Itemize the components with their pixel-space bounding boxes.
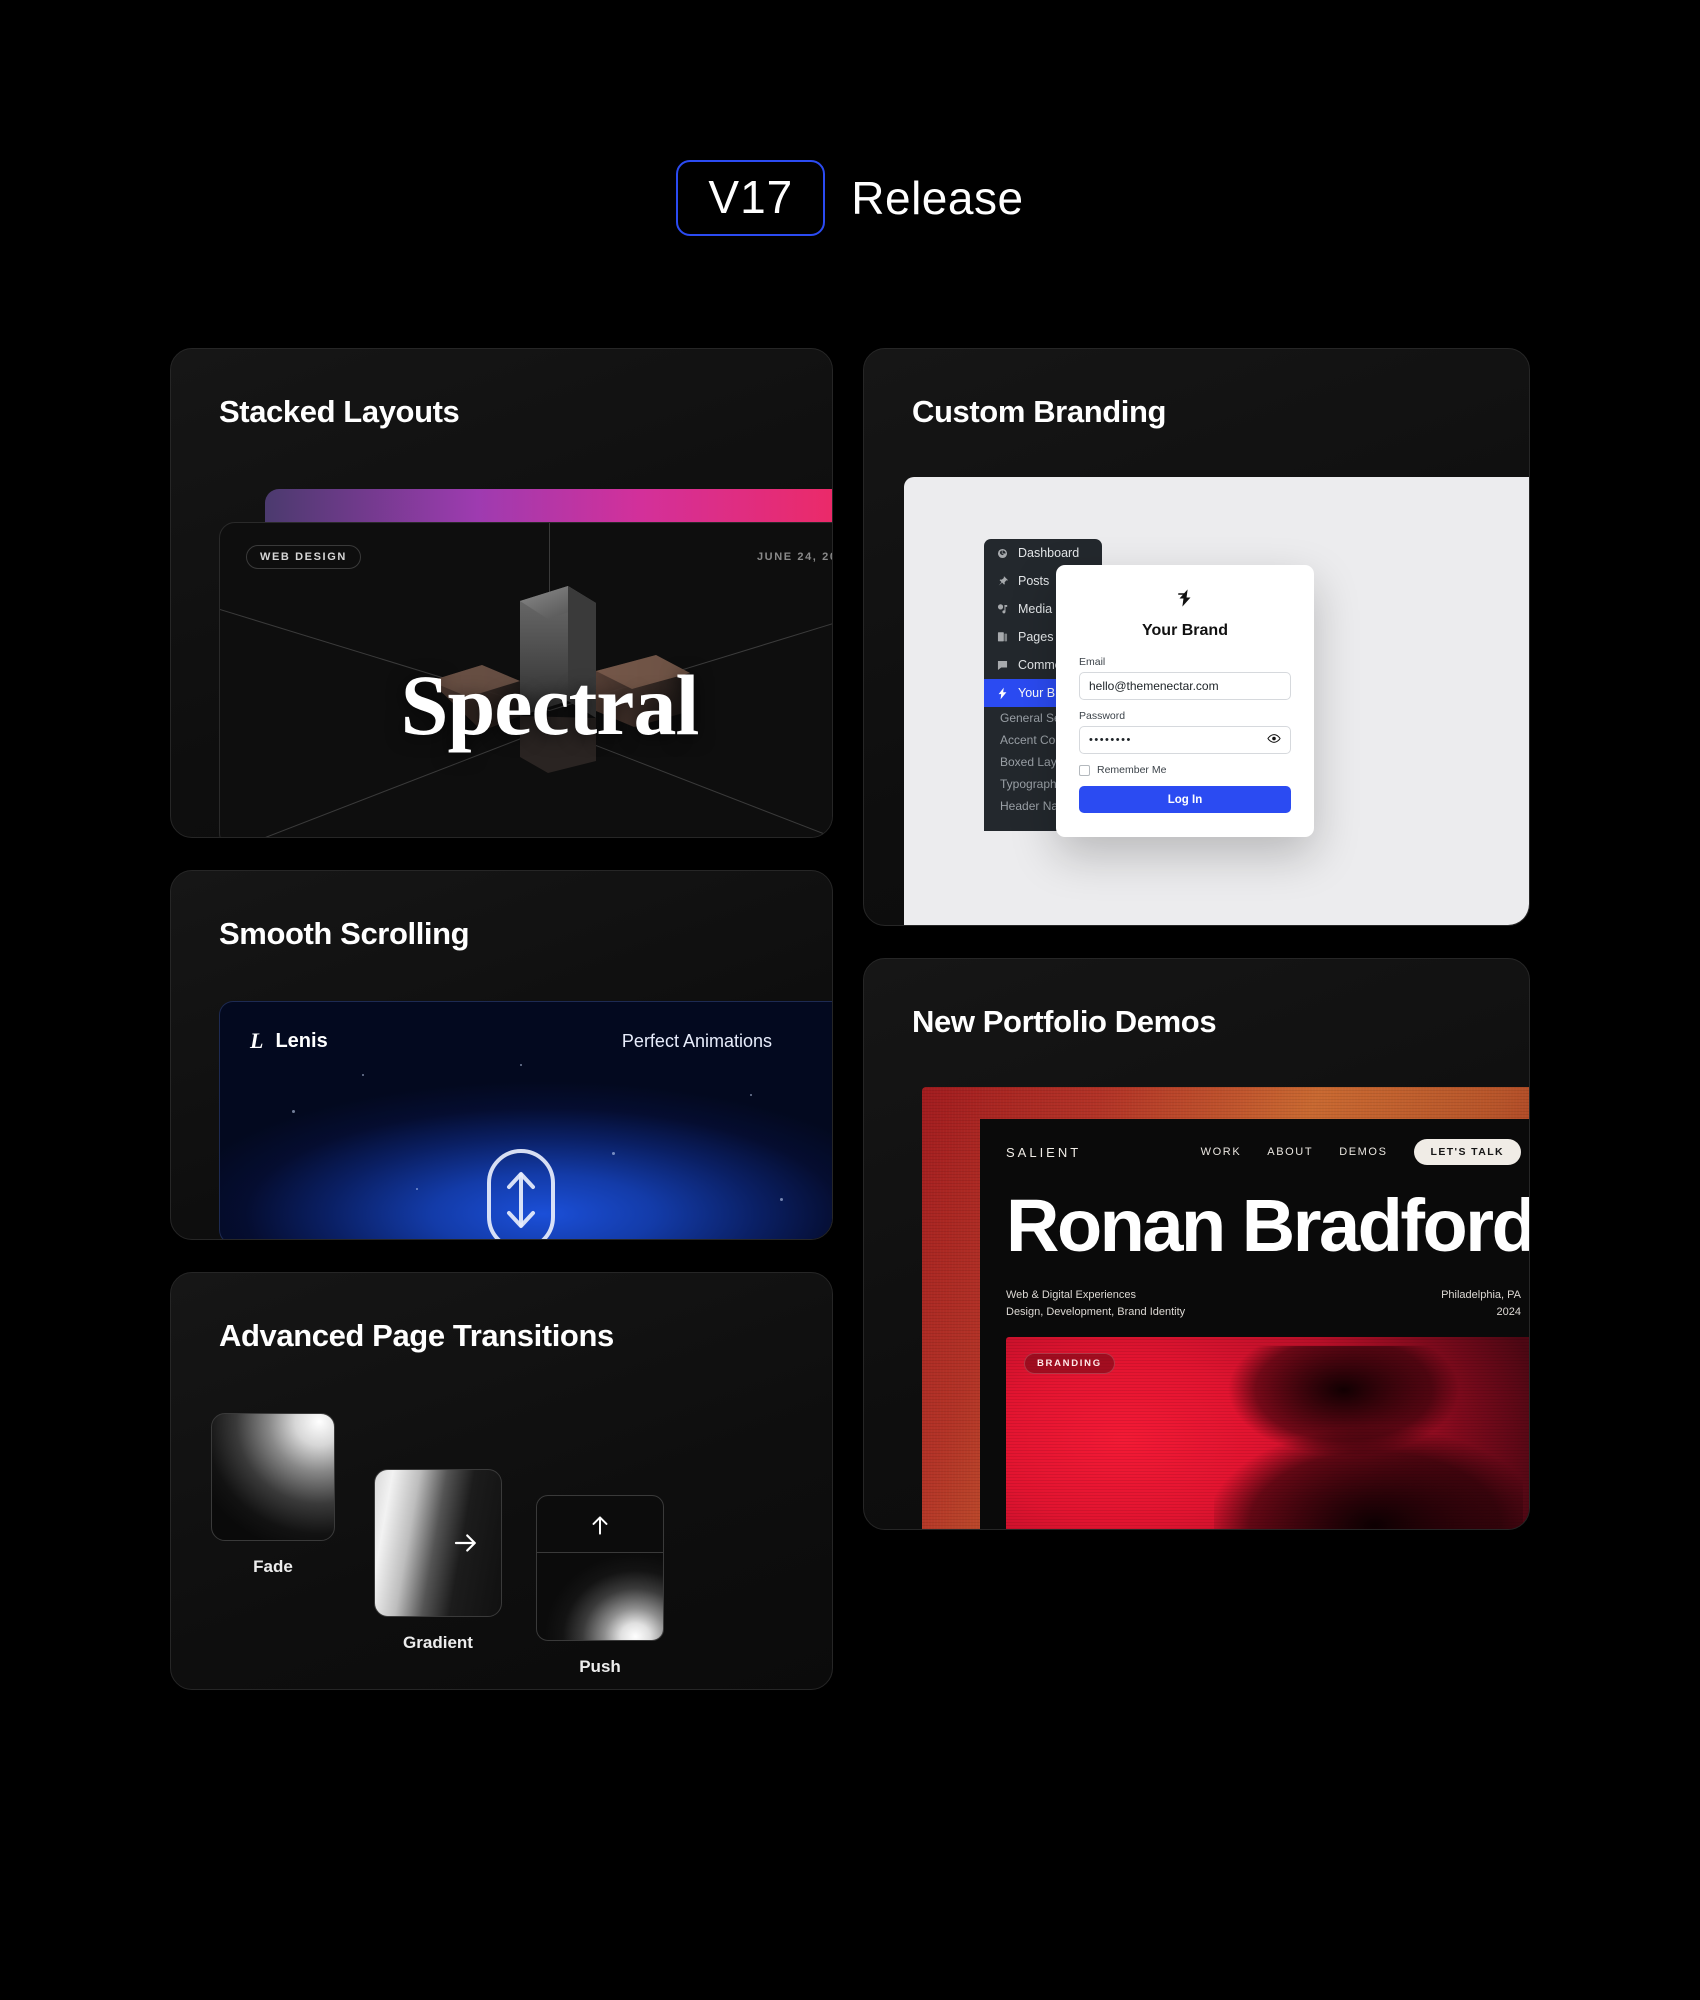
sidebar-label: Posts [1018,574,1050,588]
nav-link-about[interactable]: ABOUT [1267,1146,1313,1158]
left-column: Stacked Layouts WEB DESIGN JUNE 24, 2 Sp… [170,348,833,1690]
mouse-scroll-icon [487,1149,555,1239]
push-preview-bottom [536,1553,664,1641]
panel-title-demos: New Portfolio Demos [912,1004,1217,1039]
email-label: Email [1079,656,1106,668]
version-badge: V17 [676,160,826,236]
meta-right-line-2: 2024 [1496,1306,1521,1319]
stacked-cards-preview: WEB DESIGN JUNE 24, 2024 [219,489,832,837]
site-navbar: SALIENT WORK ABOUT DEMOS LET'S TALK [980,1119,1529,1165]
lets-talk-button[interactable]: LET'S TALK [1413,1139,1521,1165]
stacked-card-front: WEB DESIGN JUNE 24, 2024 [219,522,832,837]
lenis-brand: L Lenis [250,1028,328,1054]
panel-smooth-scrolling: Smooth Scrolling L Lenis Perfect Animati… [170,870,833,1240]
password-value: •••••••• [1089,734,1132,746]
featured-portrait [1213,1346,1524,1529]
sidebar-label: Pages [1018,630,1054,644]
password-label: Password [1079,710,1126,722]
remember-me-row[interactable]: Remember Me [1079,764,1291,776]
portfolio-site-mockup: SALIENT WORK ABOUT DEMOS LET'S TALK Rona… [980,1119,1530,1529]
fade-preview-card [211,1413,335,1541]
panel-stacked-layouts: Stacked Layouts WEB DESIGN JUNE 24, 2 Sp… [170,348,833,838]
featured-category-chip: BRANDING [1024,1353,1115,1375]
release-label: Release [851,172,1024,224]
transition-option-gradient[interactable]: Gradient [374,1469,502,1653]
transition-option-push[interactable]: Push [536,1495,664,1677]
fade-label: Fade [253,1557,293,1576]
featured-project-card[interactable]: BRANDING Neon Grove [1006,1337,1529,1529]
arrow-right-icon [454,1534,476,1552]
meta-right-line-1: Philadelphia, PA [1441,1289,1521,1301]
transition-option-fade[interactable]: Fade [211,1413,335,1577]
right-column: Custom Branding Dashboard Posts Media Pa… [863,348,1530,1530]
spectral-wordmark: Spectral [400,657,700,753]
panel-title-branding: Custom Branding [912,394,1167,429]
sidebar-label: Dashboard [1018,546,1080,560]
email-field[interactable]: hello@themenectar.com [1079,672,1291,700]
pages-icon [995,630,1009,644]
eye-icon[interactable] [1267,732,1281,749]
remember-me-checkbox[interactable] [1079,764,1090,776]
branding-preview-stage: Dashboard Posts Media Pages Comments You… [904,477,1529,925]
sidebar-item-dashboard[interactable]: Dashboard [984,539,1102,567]
pin-icon [995,574,1009,588]
hero-name: Ronan Bradford [1006,1184,1530,1267]
transition-options: Fade Gradient Push [211,1413,792,1676]
lenis-brand-label: Lenis [275,1029,328,1052]
login-brand-name: Your Brand [1142,622,1228,639]
panel-custom-branding: Custom Branding Dashboard Posts Media Pa… [863,348,1530,926]
nav-link-work[interactable]: WORK [1201,1146,1242,1158]
gradient-label: Gradient [403,1633,473,1652]
site-meta: Web & Digital Experiences Design, Develo… [980,1263,1529,1321]
brand-bolt-icon [1079,587,1291,613]
password-field[interactable]: •••••••• [1079,726,1291,754]
panel-portfolio-demos: New Portfolio Demos SALIENT WORK ABOUT D… [863,958,1530,1530]
meta-left-line-1: Web & Digital Experiences [1006,1289,1137,1301]
panel-title-stacked: Stacked Layouts [219,394,460,429]
featured-project-title: Neon Grove [1024,1526,1122,1529]
lenis-preview: L Lenis Perfect Animations [219,1001,832,1239]
site-nav-menu: WORK ABOUT DEMOS LET'S TALK [1201,1139,1521,1165]
login-card: Your Brand Email hello@themenectar.com P… [1056,565,1314,837]
site-logo: SALIENT [1006,1144,1082,1160]
lenis-logo-icon: L [250,1028,264,1053]
remember-me-label: Remember Me [1097,764,1167,776]
meta-left-line-2: Design, Development, Brand Identity [1006,1306,1186,1319]
panel-page-transitions: Advanced Page Transitions Fade Gradient [170,1272,833,1690]
bolt-icon [995,686,1009,700]
meta-right: Philadelphia, PA 2024 [1441,1287,1521,1321]
push-label: Push [579,1657,621,1676]
login-button[interactable]: Log In [1079,786,1291,813]
arrow-up-icon [592,1516,608,1535]
panel-title-smooth: Smooth Scrolling [219,916,470,951]
nav-link-demos[interactable]: DEMOS [1339,1146,1387,1158]
gradient-preview-card [374,1469,502,1617]
media-icon [995,602,1009,616]
push-preview-top [536,1495,664,1553]
email-value: hello@themenectar.com [1089,679,1219,693]
portfolio-preview-stage: SALIENT WORK ABOUT DEMOS LET'S TALK Rona… [922,1087,1530,1529]
lenis-tagline: Perfect Animations [621,1030,772,1051]
meta-left: Web & Digital Experiences Design, Develo… [1006,1287,1185,1321]
dashboard-icon [995,546,1009,560]
comment-icon [995,658,1009,672]
sidebar-label: Media [1018,602,1053,616]
page-header: V17 Release [0,160,1700,236]
panel-title-transitions: Advanced Page Transitions [219,1318,614,1353]
